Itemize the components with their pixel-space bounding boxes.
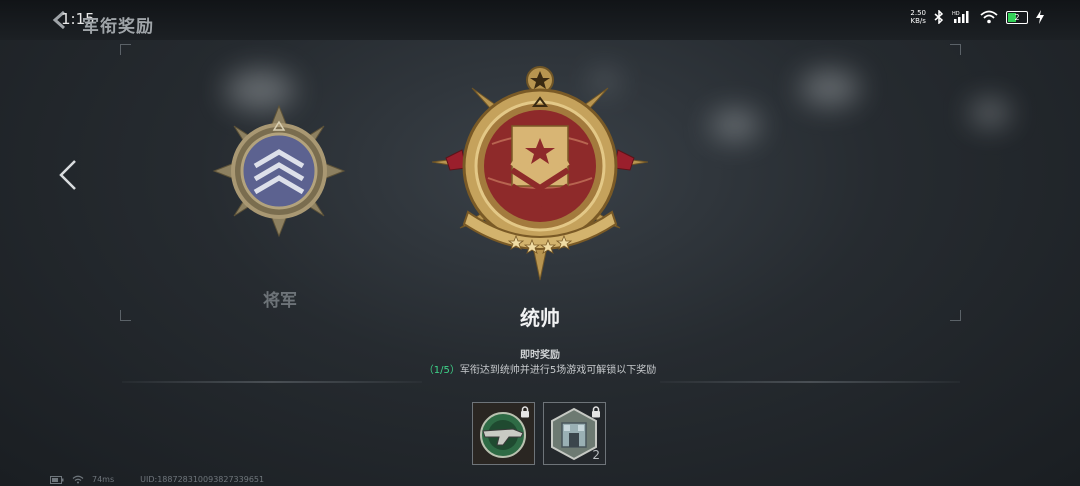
lock-icon	[592, 406, 600, 418]
system-icons: 2.50 KB/s HD 2	[910, 9, 1044, 25]
frame-corner	[950, 44, 961, 55]
lock-icon	[521, 406, 529, 418]
marshal-rank-badge-icon[interactable]	[432, 66, 648, 282]
charging-icon	[1036, 10, 1044, 24]
uid: UID:188728310093827339651	[140, 475, 265, 484]
frame-corner	[950, 310, 961, 321]
network-speed: 2.50 KB/s	[910, 9, 926, 25]
reward-description: （1/5）军衔达到统帅并进行5场游戏可解锁以下奖励	[340, 361, 740, 376]
reward-item-building[interactable]: 2	[543, 402, 606, 465]
previous-rank-arrow-icon[interactable]	[56, 158, 80, 192]
reward-progress: （1/5）	[423, 365, 460, 376]
previous-rank-name: 将军	[263, 291, 297, 311]
bg-light	[800, 70, 860, 106]
reward-heading: 即时奖励	[520, 350, 560, 361]
bg-light	[710, 110, 760, 140]
bg-light	[970, 100, 1010, 126]
frame-corner	[120, 44, 131, 55]
frame-corner	[120, 310, 131, 321]
svg-text:HD: HD	[952, 11, 960, 17]
bluetooth-icon	[934, 10, 944, 24]
item-count: 2	[592, 448, 600, 462]
divider	[122, 381, 422, 383]
wifi-icon	[72, 475, 84, 484]
general-rank-badge-icon[interactable]	[212, 104, 346, 238]
reward-item-weapon-skin[interactable]	[472, 402, 535, 465]
hd-signal-icon: HD	[952, 11, 969, 23]
page-title: 军衔奖励	[82, 17, 154, 37]
footer: 74ms UID:188728310093827339651	[50, 475, 264, 484]
reward-condition: 军衔达到统帅并进行5场游戏可解锁以下奖励	[459, 365, 657, 376]
battery-icon: 2	[1006, 10, 1028, 24]
wifi-icon	[980, 10, 998, 24]
ping: 74ms	[92, 475, 115, 484]
status-bar: 1:15 军衔奖励 2.50 KB/s HD 2	[0, 0, 1080, 40]
battery-icon	[50, 475, 64, 484]
current-rank-name: 统帅	[520, 306, 560, 330]
divider	[660, 381, 960, 383]
